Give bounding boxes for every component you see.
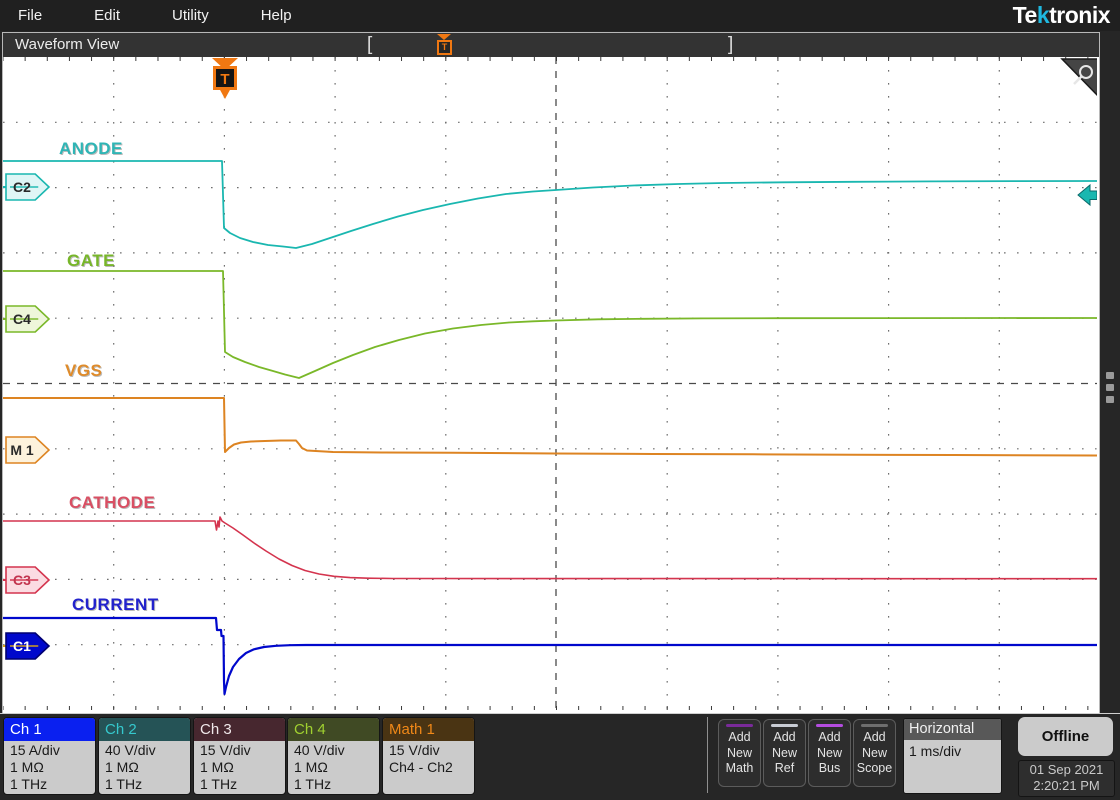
horizontal-settings-card[interactable]: Horizontal 1 ms/div — [903, 718, 1002, 794]
waveform-plot-area[interactable]: T C2 C4 M 1 C3 C1 ANODE GATE VGS CATHODE CURRENT — [3, 57, 1097, 711]
trace-label-gate: GATE — [67, 251, 115, 271]
channel-setting-value: 1 MΩ — [288, 759, 379, 776]
channel-card-ch2[interactable]: Ch 240 V/div1 MΩ1 THz — [98, 717, 191, 795]
channel-badge-c4[interactable]: C4 — [3, 306, 49, 332]
trace-anode — [3, 161, 1097, 248]
add-new-scope-button[interactable]: AddNewScope — [853, 719, 896, 787]
add-new-ref-button[interactable]: AddNewRef — [763, 719, 806, 787]
svg-text:C1: C1 — [13, 638, 31, 654]
channel-badge-m1[interactable]: M 1 — [6, 437, 49, 463]
svg-text:C2: C2 — [13, 179, 31, 195]
datetime-display[interactable]: 01 Sep 2021 2:20:21 PM — [1018, 760, 1115, 797]
trace-label-current: CURRENT — [72, 595, 159, 615]
trigger-position-letter: T — [437, 40, 452, 55]
add-button-label: Scope — [854, 761, 895, 777]
channel-card-title: Math 1 — [383, 718, 474, 741]
add-button-label: Add — [854, 730, 895, 746]
menu-item-utility[interactable]: Utility — [146, 0, 235, 31]
channel-setting-value: Ch4 - Ch2 — [383, 759, 474, 776]
trace-position-arrow[interactable] — [1078, 185, 1097, 205]
channel-setting-value: 15 A/div — [4, 742, 95, 759]
trace-gate — [3, 271, 1097, 378]
channel-card-ch4[interactable]: Ch 440 V/div1 MΩ1 THz — [287, 717, 380, 795]
channel-setting-value: 15 V/div — [383, 742, 474, 759]
waveform-view-title: Waveform View — [3, 33, 1099, 57]
add-button-label: Add — [719, 730, 760, 746]
svg-text:C4: C4 — [13, 311, 31, 327]
channel-card-title: Ch 2 — [99, 718, 190, 741]
add-button-label: New — [764, 746, 805, 762]
add-button-label: Bus — [809, 761, 850, 777]
channel-setting-value: 1 MΩ — [194, 759, 285, 776]
add-button-label: Ref — [764, 761, 805, 777]
add-new-math-stripe — [726, 724, 753, 727]
panel-drag-handle-dot[interactable] — [1106, 396, 1114, 403]
channel-setting-value: 1 MΩ — [4, 759, 95, 776]
channel-card-math1[interactable]: Math 115 V/divCh4 - Ch2 — [382, 717, 475, 795]
channel-card-title: Ch 4 — [288, 718, 379, 741]
add-button-label: New — [854, 746, 895, 762]
channel-setting-value: 1 THz — [99, 776, 190, 793]
channel-badge-c1[interactable]: C1 — [3, 633, 49, 659]
svg-text:C3: C3 — [13, 572, 31, 588]
add-new-ref-stripe — [771, 724, 798, 727]
horizontal-scale-value: 1 ms/div — [904, 740, 1001, 762]
zoom-bracket-left: [ — [367, 34, 372, 56]
add-new-math-button[interactable]: AddNewMath — [718, 719, 761, 787]
waveform-canvas: T C2 C4 M 1 C3 C1 — [3, 57, 1097, 711]
channel-setting-value: 40 V/div — [288, 742, 379, 759]
channel-setting-value: 1 THz — [194, 776, 285, 793]
tektronix-logo: Tektronix — [1013, 2, 1110, 29]
time-text: 2:20:21 PM — [1019, 778, 1114, 794]
add-button-label: Add — [764, 730, 805, 746]
waveform-view-frame: Waveform View [ ] T T C2 C4 M 1 C3 C1 ANODE GA… — [2, 32, 1100, 714]
trace-label-vgs: VGS — [65, 361, 102, 381]
add-button-label: Add — [809, 730, 850, 746]
add-button-label: New — [719, 746, 760, 762]
zoom-magnifier-button[interactable] — [1062, 59, 1097, 97]
trace-cathode — [3, 517, 1097, 579]
settings-bar: Ch 115 A/div1 MΩ1 THzCh 240 V/div1 MΩ1 T… — [0, 713, 1120, 800]
channel-badge-c2[interactable]: C2 — [3, 174, 49, 200]
trace-label-cathode: CATHODE — [69, 493, 155, 513]
channel-setting-value: 15 V/div — [194, 742, 285, 759]
channel-setting-value: 1 MΩ — [99, 759, 190, 776]
menu-item-file[interactable]: File — [0, 0, 68, 31]
trace-label-anode: ANODE — [59, 139, 123, 159]
zoom-bracket-right: ] — [728, 34, 733, 56]
channel-card-ch3[interactable]: Ch 315 V/div1 MΩ1 THz — [193, 717, 286, 795]
svg-text:T: T — [220, 71, 229, 88]
menu-item-edit[interactable]: Edit — [68, 0, 146, 31]
horizontal-card-title: Horizontal — [904, 719, 1001, 740]
trigger-marker[interactable]: T — [212, 58, 238, 99]
svg-text:M 1: M 1 — [10, 442, 34, 458]
add-button-label: Math — [719, 761, 760, 777]
menu-item-help[interactable]: Help — [235, 0, 318, 31]
channel-card-title: Ch 1 — [4, 718, 95, 741]
trace-current — [3, 618, 1097, 694]
waveform-view-tab[interactable]: Waveform View [ ] T — [3, 33, 1099, 57]
date-text: 01 Sep 2021 — [1019, 762, 1114, 778]
channel-setting-value: 1 THz — [288, 776, 379, 793]
channel-badge-c3[interactable]: C3 — [3, 567, 49, 593]
trigger-position-icon[interactable]: T — [436, 34, 452, 56]
channel-setting-value: 1 THz — [4, 776, 95, 793]
add-new-scope-stripe — [861, 724, 888, 727]
trace-vgs — [3, 398, 1097, 456]
channel-card-ch1[interactable]: Ch 115 A/div1 MΩ1 THz — [3, 717, 96, 795]
panel-drag-handle-dot[interactable] — [1106, 372, 1114, 379]
channel-setting-value: 40 V/div — [99, 742, 190, 759]
add-new-bus-stripe — [816, 724, 843, 727]
channel-card-title: Ch 3 — [194, 718, 285, 741]
menu-bar: FileEditUtilityHelp Tektronix — [0, 0, 1120, 31]
add-new-bus-button[interactable]: AddNewBus — [808, 719, 851, 787]
panel-drag-handle-dot[interactable] — [1106, 384, 1114, 391]
offline-button[interactable]: Offline — [1018, 717, 1113, 756]
right-panel-strip — [1100, 32, 1120, 713]
add-button-label: New — [809, 746, 850, 762]
settings-bar-separator — [707, 717, 708, 793]
